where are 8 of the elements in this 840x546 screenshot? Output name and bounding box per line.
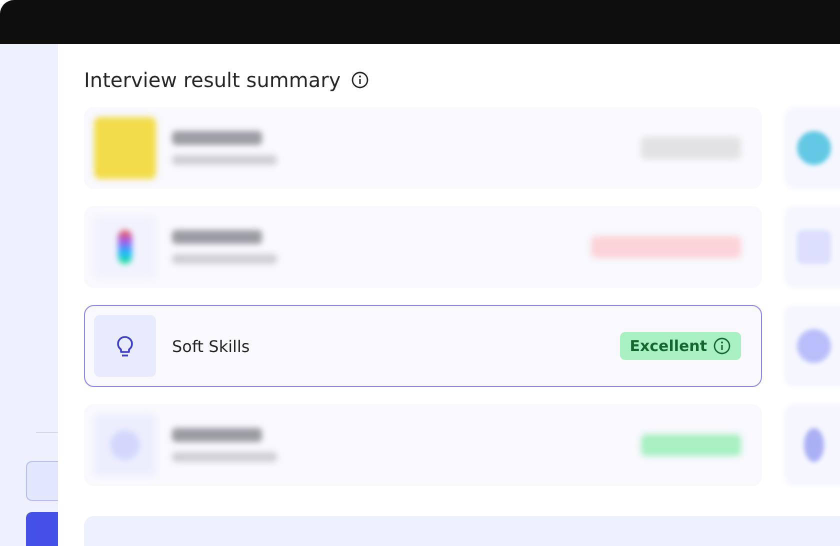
result-card[interactable]: Soft Skills Excellent	[84, 305, 762, 387]
info-icon[interactable]	[350, 71, 369, 89]
sidebar-button[interactable]	[26, 512, 58, 546]
lightbulb-icon	[114, 334, 136, 358]
result-name: Soft Skills	[171, 336, 251, 356]
section-title: Interview result summary	[84, 68, 341, 92]
rating-badge: Excellent	[620, 332, 741, 360]
photo-placeholder	[94, 117, 156, 179]
